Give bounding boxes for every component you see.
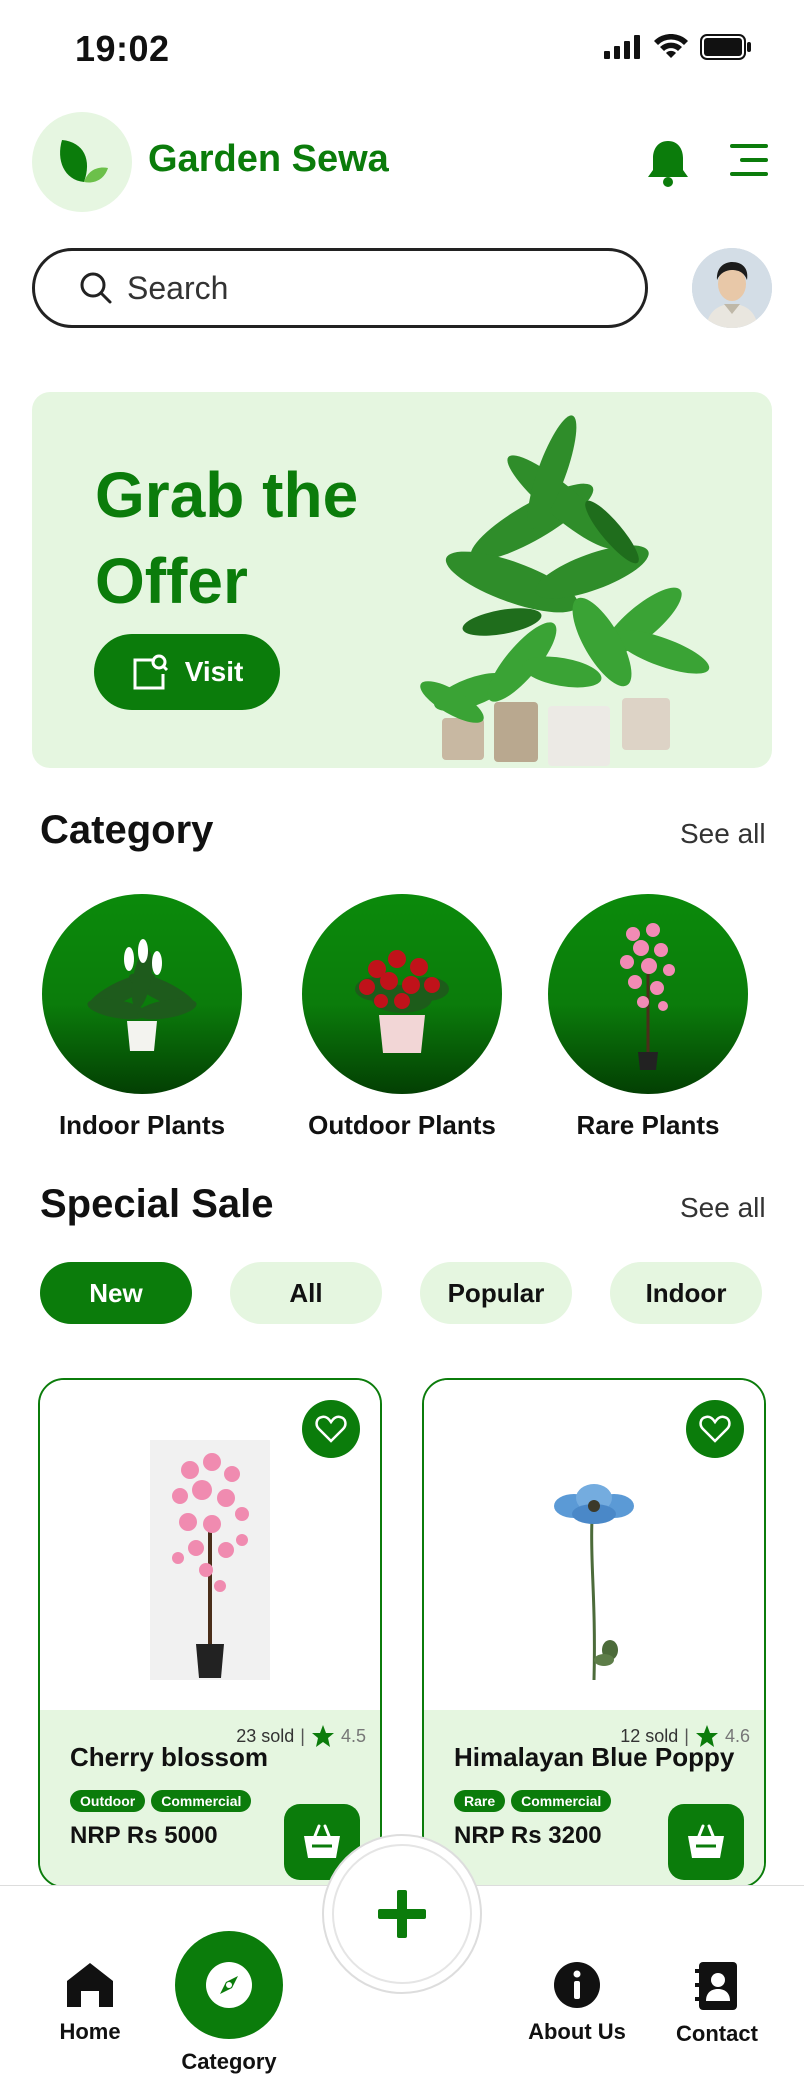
filter-chip-new[interactable]: New: [40, 1262, 192, 1324]
nav-category-circle: [175, 1931, 283, 2039]
blue-poppy-image: [554, 1484, 634, 1680]
category-label: Outdoor Plants: [308, 1110, 496, 1140]
category-indoor-image: [42, 894, 242, 1094]
filter-chip-popular[interactable]: Popular: [420, 1262, 572, 1324]
notification-button[interactable]: [646, 138, 690, 188]
product-price: NRP Rs 3200: [454, 1822, 602, 1849]
product-card[interactable]: 12 sold | 4.6 Himalayan Blue Poppy Rare …: [422, 1378, 766, 1888]
plus-icon: [378, 1890, 426, 1938]
star-icon: [311, 1725, 334, 1747]
category-outdoor-plants[interactable]: Outdoor Plants: [302, 894, 502, 1141]
nav-category[interactable]: Category: [164, 1931, 294, 2075]
status-icons: [604, 34, 752, 60]
favorite-button[interactable]: [686, 1400, 744, 1458]
nav-label: Contact: [676, 2021, 758, 2046]
cart-icon: [688, 1824, 724, 1858]
nav-label: Category: [181, 2049, 277, 2074]
nav-about-us[interactable]: About Us: [524, 1961, 630, 2045]
category-rare-image: [548, 894, 748, 1094]
wifi-icon: [654, 34, 688, 58]
nav-label: Home: [59, 2019, 121, 2044]
visit-label: Visit: [184, 656, 244, 687]
filter-chip-indoor[interactable]: Indoor: [610, 1262, 762, 1324]
product-card[interactable]: 23 sold | 4.5 Cherry blossom Outdoor Com…: [38, 1378, 382, 1888]
search-icon: [80, 272, 112, 304]
category-label: Indoor Plants: [58, 1110, 226, 1140]
plants-image: [420, 415, 710, 766]
favorite-button[interactable]: [302, 1400, 360, 1458]
menu-button[interactable]: [730, 142, 768, 178]
home-icon: [67, 1963, 113, 2007]
product-name: Himalayan Blue Poppy: [454, 1742, 735, 1772]
nav-contact[interactable]: Contact: [670, 1961, 764, 2047]
visit-button[interactable]: Visit: [94, 634, 280, 710]
heart-icon: [315, 1415, 347, 1443]
special-sale-see-all[interactable]: See all: [680, 1192, 766, 1224]
menu-icon: [730, 144, 768, 176]
add-button[interactable]: [332, 1844, 472, 1984]
nav-label: About Us: [528, 2019, 626, 2044]
product-tag: Commercial: [511, 1790, 612, 1812]
category-rare-plants[interactable]: Rare Plants: [548, 894, 748, 1141]
blossom-tree-image: [620, 923, 675, 1070]
leaf-logo-icon: [60, 140, 108, 183]
product-tags: Rare Commercial: [454, 1790, 612, 1812]
search-input[interactable]: Search: [32, 248, 648, 328]
product-tag: Rare: [454, 1790, 506, 1812]
category-indoor-plants[interactable]: Indoor Plants: [42, 894, 242, 1141]
cherry-blossom-image: [150, 1440, 270, 1680]
brand-name: Garden Sewa: [148, 138, 389, 180]
contact-icon: [695, 1962, 737, 2010]
banner-title: Grab the Offer: [95, 459, 359, 617]
product-info: 12 sold | 4.6 Himalayan Blue Poppy Rare …: [424, 1710, 764, 1886]
rose-plant-image: [355, 950, 449, 1053]
product-info: 23 sold | 4.5 Cherry blossom Outdoor Com…: [40, 1710, 380, 1886]
product-tags: Outdoor Commercial: [70, 1790, 252, 1812]
special-sale-title: Special Sale: [40, 1182, 274, 1226]
category-title: Category: [40, 808, 214, 852]
bell-icon: [648, 141, 688, 187]
product-price: NRP Rs 5000: [70, 1822, 218, 1849]
peace-lily-image: [87, 939, 197, 1051]
category-see-all[interactable]: See all: [680, 818, 766, 850]
visit-icon: [133, 654, 168, 690]
avatar-image: [692, 248, 772, 328]
filter-chip-all[interactable]: All: [230, 1262, 382, 1324]
compass-icon: [206, 1962, 252, 2008]
battery-icon: [700, 34, 751, 60]
avatar[interactable]: [692, 248, 772, 328]
nav-home[interactable]: Home: [50, 1961, 130, 2045]
product-name: Cherry blossom: [70, 1742, 268, 1772]
cart-icon: [304, 1824, 340, 1858]
category-label: Rare Plants: [576, 1110, 720, 1140]
logo[interactable]: [32, 112, 132, 212]
status-time: 19:02: [75, 28, 170, 69]
rating-value: 4.5: [340, 1725, 366, 1746]
product-tag: Commercial: [151, 1790, 252, 1812]
product-tag: Outdoor: [70, 1790, 146, 1812]
add-to-cart-button[interactable]: [668, 1804, 744, 1880]
info-icon: [554, 1962, 600, 2008]
heart-icon: [699, 1415, 731, 1443]
search-placeholder: Search: [127, 269, 229, 306]
category-outdoor-image: [302, 894, 502, 1094]
signal-icon: [604, 35, 640, 59]
